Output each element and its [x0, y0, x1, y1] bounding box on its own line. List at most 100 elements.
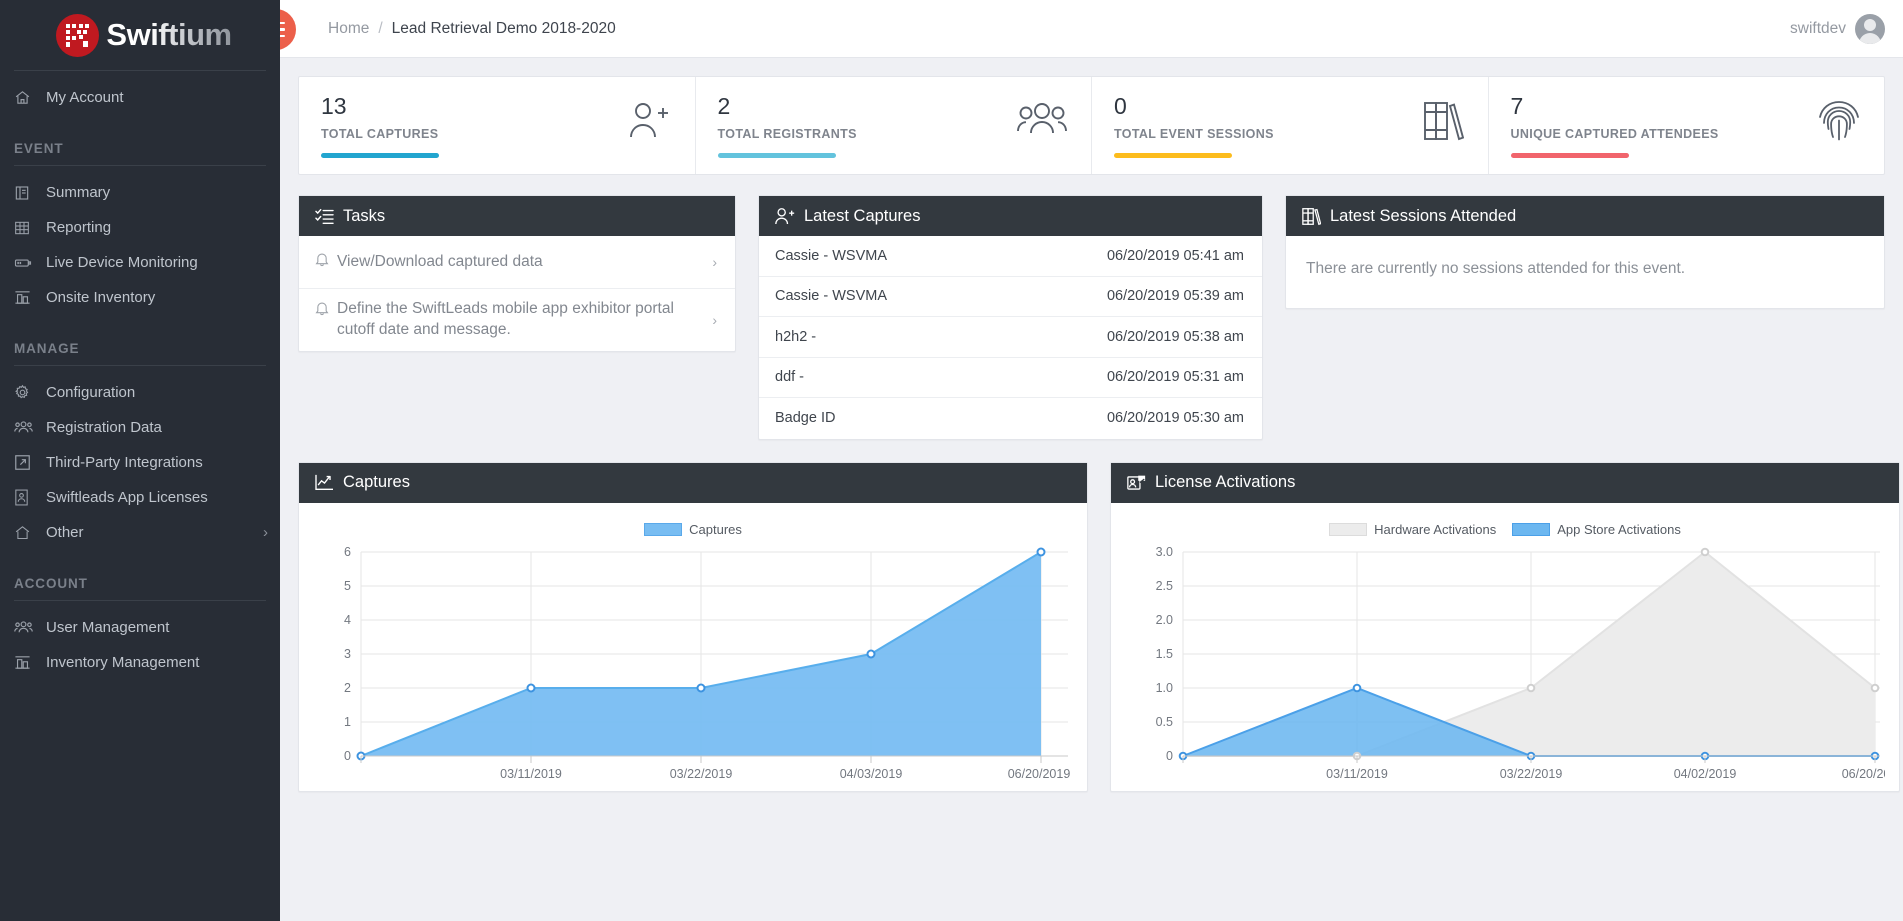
x-tick-label: 03/11/2019	[1326, 767, 1388, 781]
stat-card-total-registrants[interactable]: 2 TOTAL REGISTRANTS	[696, 77, 1092, 174]
legend-item-captures[interactable]: Captures	[644, 522, 742, 537]
stat-label: TOTAL EVENT SESSIONS	[1114, 127, 1274, 141]
task-item[interactable]: View/Download captured data ›	[299, 236, 735, 289]
table-row[interactable]: h2h2 - 06/20/2019 05:38 am	[759, 317, 1262, 358]
sidebar-item-third-party-integrations[interactable]: Third-Party Integrations	[0, 445, 280, 480]
table-row[interactable]: Badge ID 06/20/2019 05:30 am	[759, 398, 1262, 439]
hamburger-icon[interactable]	[280, 9, 296, 50]
license-chart-title: License Activations	[1155, 473, 1296, 491]
brand-logo[interactable]: Swiftium	[0, 0, 280, 70]
sidebar-item-other[interactable]: Other ›	[0, 515, 280, 550]
panels-row: Tasks View/Download captured data › Defi…	[298, 195, 1885, 440]
svg-text:5: 5	[344, 579, 351, 593]
table-row[interactable]: Cassie - WSVMA 06/20/2019 05:39 am	[759, 277, 1262, 317]
captures-chart-body: Captures 6 5 4 3 2 1 0 03/11/2019 03/22/…	[299, 503, 1087, 791]
stat-card-total-event-sessions[interactable]: 0 TOTAL EVENT SESSIONS	[1092, 77, 1489, 174]
books-icon	[1302, 207, 1321, 226]
sidebar-item-label: Onsite Inventory	[46, 289, 156, 306]
user-menu[interactable]: swiftdev	[1790, 13, 1885, 44]
sidebar-item-label: Inventory Management	[46, 654, 200, 671]
license-chart-header: License Activations	[1111, 462, 1899, 503]
license-plot: 3.0 2.5 2.0 1.5 1.0 0.5 0 03/11/2019 03/…	[1125, 547, 1885, 785]
sidebar-item-my-account[interactable]: My Account	[0, 80, 280, 115]
x-tick-label: 06/20/2019	[1842, 767, 1885, 781]
chevron-right-icon: ›	[712, 254, 717, 270]
fingerprint-icon	[1818, 99, 1860, 148]
task-item[interactable]: Define the SwiftLeads mobile app exhibit…	[299, 289, 735, 351]
book-open-icon	[14, 185, 46, 201]
capture-name: Badge ID	[775, 410, 836, 427]
x-tick-label: 06/20/2019	[1008, 767, 1071, 781]
captures-chart-title: Captures	[343, 473, 410, 491]
legend-item-app-store-activations[interactable]: App Store Activations	[1512, 522, 1681, 537]
inventory-shelf-icon	[14, 289, 46, 306]
x-tick-label: 03/22/2019	[1500, 767, 1563, 781]
sidebar-item-label: Other	[46, 524, 84, 541]
users-icon	[14, 618, 46, 637]
license-activations-chart-panel: License Activations Hardware Activations…	[1110, 461, 1900, 792]
breadcrumb-home[interactable]: Home	[328, 20, 369, 38]
capture-time: 06/20/2019 05:39 am	[1106, 288, 1244, 305]
stat-accent-bar	[1510, 153, 1629, 158]
sidebar-item-label: User Management	[46, 619, 170, 636]
stat-accent-bar	[321, 153, 439, 158]
stat-accent-bar	[717, 153, 836, 158]
legend-item-hardware-activations[interactable]: Hardware Activations	[1329, 522, 1496, 537]
user-plus-icon	[627, 99, 671, 148]
sidebar-item-reporting[interactable]: Reporting	[0, 210, 280, 245]
svg-text:2.5: 2.5	[1156, 579, 1173, 593]
tasks-panel: Tasks View/Download captured data › Defi…	[298, 195, 736, 352]
sidebar-item-swiftleads-app-licenses[interactable]: Swiftleads App Licenses	[0, 480, 280, 515]
bell-icon	[315, 252, 329, 272]
x-tick-label: 03/11/2019	[500, 767, 562, 781]
latest-captures-panel: Latest Captures Cassie - WSVMA 06/20/201…	[758, 195, 1263, 440]
stat-label: TOTAL CAPTURES	[321, 127, 439, 141]
sidebar-item-onsite-inventory[interactable]: Onsite Inventory	[0, 280, 280, 315]
x-tick-label: 04/02/2019	[1674, 767, 1737, 781]
legend-label: App Store Activations	[1557, 522, 1681, 537]
books-icon	[1422, 99, 1464, 148]
svg-text:6: 6	[344, 547, 351, 559]
stat-card-total-captures[interactable]: 13 TOTAL CAPTURES	[299, 77, 696, 174]
svg-text:3.0: 3.0	[1156, 547, 1173, 559]
stats-row: 13 TOTAL CAPTURES 2 TOTAL REGISTRANTS 0 …	[298, 76, 1885, 175]
license-chart-icon	[1127, 474, 1146, 492]
captures-chart-panel: Captures Captures 6 5 4 3 2 1 0 03/11/20…	[298, 461, 1088, 792]
latest-sessions-title: Latest Sessions Attended	[1330, 206, 1517, 225]
svg-text:0: 0	[1166, 749, 1173, 763]
latest-sessions-empty-message: There are currently no sessions attended…	[1306, 260, 1686, 277]
svg-text:2: 2	[344, 681, 351, 695]
stat-card-unique-captured-attendees[interactable]: 7 UNIQUE CAPTURED ATTENDEES	[1489, 77, 1885, 174]
charts-row: Captures Captures 6 5 4 3 2 1 0 03/11/20…	[298, 461, 1900, 792]
latest-sessions-header: Latest Sessions Attended	[1286, 196, 1884, 236]
sidebar-item-label: Third-Party Integrations	[46, 454, 203, 471]
tasks-panel-header: Tasks	[299, 196, 735, 236]
stat-accent-bar	[1114, 153, 1232, 158]
license-chart-body: Hardware Activations App Store Activatio…	[1111, 503, 1899, 791]
dashboard-content: 13 TOTAL CAPTURES 2 TOTAL REGISTRANTS 0 …	[280, 58, 1903, 921]
license-chart-svg: 3.0 2.5 2.0 1.5 1.0 0.5 0 03/11/2019 03/…	[1156, 547, 1885, 781]
sidebar-item-configuration[interactable]: Configuration	[0, 375, 280, 410]
sidebar-item-label: Swiftleads App Licenses	[46, 489, 208, 506]
task-list-icon	[315, 208, 334, 225]
sidebar-section-manage: MANAGE	[14, 341, 80, 356]
stat-label: UNIQUE CAPTURED ATTENDEES	[1510, 127, 1719, 141]
sidebar-item-inventory-management[interactable]: Inventory Management	[0, 645, 280, 680]
home-outline-icon	[14, 524, 46, 541]
breadcrumb-separator: /	[378, 19, 383, 37]
table-row[interactable]: Cassie - WSVMA 06/20/2019 05:41 am	[759, 236, 1262, 277]
latest-sessions-panel: Latest Sessions Attended There are curre…	[1285, 195, 1885, 309]
sidebar-item-registration-data[interactable]: Registration Data	[0, 410, 280, 445]
sidebar-item-label: Registration Data	[46, 419, 162, 436]
swiftium-logo-icon	[56, 13, 100, 57]
table-row[interactable]: ddf - 06/20/2019 05:31 am	[759, 358, 1262, 398]
home-icon	[14, 89, 46, 106]
sidebar-item-user-management[interactable]: User Management	[0, 610, 280, 645]
svg-text:1.0: 1.0	[1156, 681, 1173, 695]
breadcrumb-current: Lead Retrieval Demo 2018-2020	[391, 19, 616, 37]
sidebar-item-summary[interactable]: Summary	[0, 175, 280, 210]
legend-swatch	[644, 523, 683, 536]
sidebar-item-label: Configuration	[46, 384, 136, 401]
stat-value: 0	[1114, 93, 1127, 119]
sidebar-item-live-device-monitoring[interactable]: Live Device Monitoring	[0, 245, 280, 280]
